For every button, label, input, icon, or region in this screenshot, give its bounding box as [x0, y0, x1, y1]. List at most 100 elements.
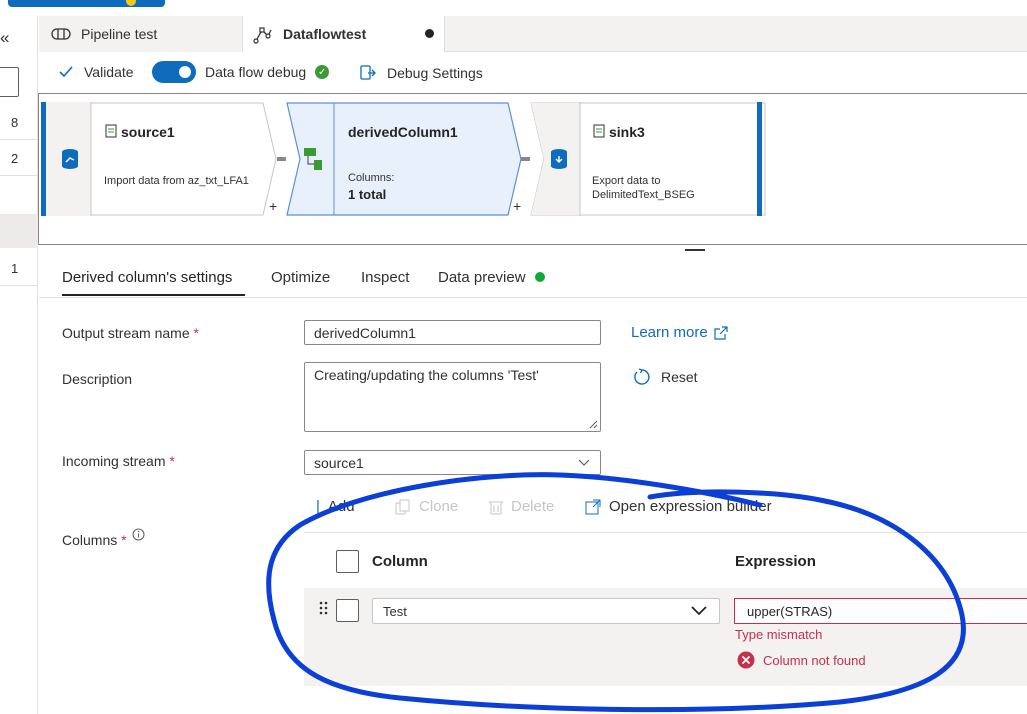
- collapse-icon[interactable]: «: [0, 28, 14, 48]
- reset-icon: [634, 368, 650, 385]
- rail-selected-item[interactable]: [0, 214, 38, 248]
- external-link-icon: [714, 325, 728, 340]
- tab-label: Pipeline test: [81, 26, 158, 42]
- column-name-value: Test: [383, 604, 407, 619]
- columns-label: Columns *: [62, 528, 145, 548]
- toolbar: Validate Data flow debug ✓ Debug Setting…: [39, 52, 1027, 92]
- description-textarea[interactable]: Creating/updating the columns 'Test': [304, 362, 601, 432]
- source-database-icon: [62, 149, 78, 169]
- node-description-line2: DelimitedText_BSEG: [592, 189, 695, 201]
- error-detail-text: Column not found: [763, 652, 866, 668]
- node-sink3[interactable]: sink3 Export data to DelimitedText_BSEG: [530, 102, 766, 216]
- delete-icon: [489, 501, 503, 514]
- clone-icon: [395, 499, 410, 514]
- active-tab-underline: [62, 294, 245, 296]
- output-stream-input[interactable]: derivedColumn1: [304, 320, 601, 345]
- type-mismatch-error: Type mismatch: [735, 627, 823, 642]
- incoming-stream-label: Incoming stream *: [62, 453, 175, 469]
- incoming-stream-value: source1: [314, 455, 364, 471]
- debug-settings-button[interactable]: Debug Settings: [359, 64, 483, 82]
- columns-label: Columns:: [348, 172, 395, 184]
- unsaved-indicator: [425, 29, 434, 38]
- tab-label: Data preview: [438, 269, 526, 286]
- status-dot: [534, 272, 545, 282]
- rail-divider: [0, 139, 38, 140]
- top-blue-button[interactable]: [8, 0, 165, 7]
- data-flow-canvas[interactable]: source1 Import data from az_txt_LFA1 + d…: [38, 93, 1027, 245]
- info-icon[interactable]: [132, 528, 145, 541]
- chevron-down-icon: [578, 459, 590, 466]
- pipeline-icon: [51, 26, 71, 42]
- notification-dot: [126, 0, 136, 6]
- description-text: Creating/updating the columns 'Test': [314, 367, 539, 383]
- select-all-checkbox[interactable]: [336, 550, 359, 573]
- debug-settings-label: Debug Settings: [387, 65, 483, 81]
- rail-count: 8: [11, 115, 19, 130]
- open-builder-label: Open expression builder: [609, 498, 772, 515]
- file-icon: [105, 124, 117, 138]
- delete-column-button[interactable]: Delete: [489, 498, 554, 515]
- open-expression-builder-button[interactable]: Open expression builder: [585, 498, 772, 515]
- rail-count: 1: [11, 261, 19, 276]
- settings-tab-bar: Derived column's settings Optimize Inspe…: [39, 258, 1027, 298]
- column-header: Column: [372, 553, 428, 570]
- node-title: derivedColumn1: [348, 124, 458, 140]
- tab-inspect[interactable]: Inspect: [361, 269, 409, 286]
- node-description-line1: Export data to: [592, 175, 661, 187]
- data-flow-debug-toggle[interactable]: Data flow debug ✓: [152, 61, 330, 83]
- rail-divider: [0, 285, 38, 286]
- add-transform-button[interactable]: +: [513, 198, 521, 214]
- clone-column-button[interactable]: Clone: [395, 498, 458, 515]
- add-transform-button[interactable]: +: [269, 198, 277, 214]
- debug-label: Data flow debug: [205, 64, 307, 80]
- toggle-switch[interactable]: [152, 61, 196, 83]
- column-name-select[interactable]: Test: [372, 598, 720, 624]
- resize-grip-icon[interactable]: [588, 419, 598, 429]
- file-icon: [593, 124, 605, 138]
- node-source1[interactable]: source1 Import data from az_txt_LFA1: [41, 102, 277, 216]
- sink-database-icon: [551, 149, 567, 169]
- tab-optimize[interactable]: Optimize: [271, 269, 330, 286]
- drag-handle-icon[interactable]: [318, 600, 330, 616]
- table-row: Test upper(STRAS) Type mismatch Column n…: [304, 588, 1027, 686]
- rail-count: 2: [11, 151, 19, 166]
- reset-button[interactable]: Reset: [632, 367, 698, 387]
- description-label: Description: [62, 371, 133, 387]
- validate-button[interactable]: Validate: [58, 64, 134, 80]
- tab-pipeline-test[interactable]: Pipeline test: [39, 16, 242, 52]
- learn-more-link[interactable]: Learn more: [631, 324, 728, 341]
- derived-column-icon: [304, 148, 322, 170]
- node-derivedcolumn1[interactable]: derivedColumn1 Columns: 1 total: [286, 102, 522, 216]
- tab-data-preview[interactable]: Data preview: [438, 269, 545, 286]
- plus-icon: |: [316, 498, 320, 515]
- delete-label: Delete: [511, 498, 555, 515]
- learn-more-label: Learn more: [631, 324, 708, 341]
- rail-divider: [0, 175, 38, 176]
- columns-table-header: Column Expression: [304, 532, 1027, 588]
- debug-settings-icon: [360, 65, 376, 80]
- dataflow-icon: [253, 26, 273, 44]
- check-icon: [59, 66, 73, 78]
- add-label: Add: [327, 498, 355, 515]
- status-ok-icon: ✓: [315, 65, 330, 79]
- clone-label: Clone: [419, 498, 459, 515]
- rail-search-box[interactable]: [0, 67, 19, 97]
- tab-label: Dataflowtest: [283, 26, 367, 42]
- tab-dataflowtest[interactable]: Dataflowtest: [242, 16, 445, 52]
- expression-input[interactable]: upper(STRAS): [734, 598, 1027, 624]
- reset-label: Reset: [661, 369, 698, 385]
- output-stream-label: Output stream name *: [62, 325, 199, 341]
- left-rail: [0, 16, 38, 714]
- row-checkbox[interactable]: [336, 599, 359, 622]
- error-icon: [737, 651, 755, 669]
- node-title: sink3: [609, 124, 645, 140]
- panel-splitter-handle[interactable]: [685, 249, 705, 251]
- validate-label: Validate: [84, 64, 134, 80]
- expression-header: Expression: [735, 553, 816, 570]
- incoming-stream-select[interactable]: source1: [304, 450, 601, 475]
- tab-derived-column-settings[interactable]: Derived column's settings: [62, 269, 232, 286]
- column-not-found-error: Column not found: [737, 651, 866, 669]
- node-description: Import data from az_txt_LFA1: [104, 175, 249, 187]
- expression-builder-icon: [585, 499, 601, 514]
- add-column-button[interactable]: | Add: [316, 498, 355, 515]
